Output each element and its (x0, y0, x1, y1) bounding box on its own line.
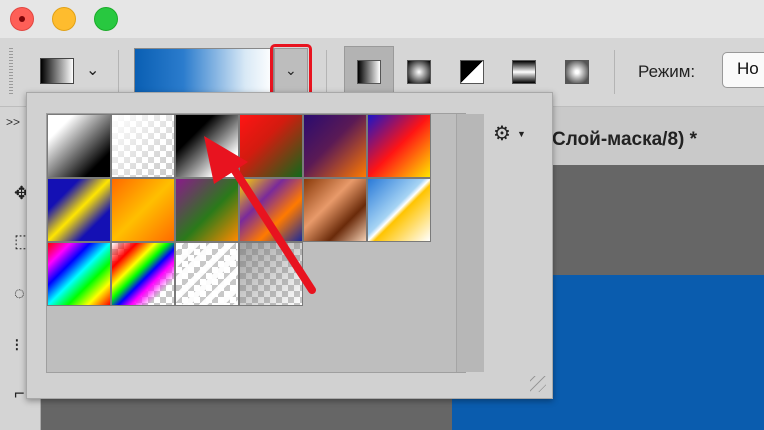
crop-tool-icon[interactable]: ⌐ (14, 383, 25, 404)
lasso-tool-icon[interactable]: ◌ (14, 283, 25, 304)
gradient-preset-violet-orange[interactable] (303, 114, 367, 178)
gradient-preset-spectrum[interactable] (47, 242, 111, 306)
gradient-preset-copper[interactable] (303, 178, 367, 242)
gradient-preset-red-green[interactable] (239, 114, 303, 178)
angle-gradient-icon[interactable] (460, 60, 484, 84)
toolbar-grip[interactable] (9, 48, 13, 96)
gradient-preset-blue-red-yellow[interactable] (367, 114, 431, 178)
collapse-icon[interactable]: >> (6, 115, 20, 129)
gradient-preset-black-white[interactable] (175, 114, 239, 178)
gradient-preset-orange-yellow-orange[interactable] (111, 178, 175, 242)
resize-handle-icon[interactable] (530, 376, 546, 392)
gradient-preset-chrome[interactable] (367, 178, 431, 242)
diamond-gradient-icon[interactable] (565, 60, 589, 84)
gradient-preset-foreground-to-transparent[interactable] (111, 114, 175, 178)
close-icon[interactable] (10, 7, 34, 31)
divider (118, 50, 119, 94)
divider (326, 50, 327, 94)
minimize-icon[interactable] (52, 7, 76, 31)
chevron-down-icon[interactable]: ▼ (517, 129, 526, 139)
document-tab-title[interactable]: Слой-маска/8) * (552, 129, 697, 151)
reflected-gradient-icon[interactable] (512, 60, 536, 84)
linear-gradient-icon[interactable] (357, 60, 381, 84)
window-titlebar (0, 0, 764, 38)
quick-select-tool-icon[interactable]: ⁝ (14, 335, 20, 356)
gradient-picker-popup: ⚙ ▼ (26, 92, 553, 399)
gradient-preset-yellow-violet-orange-blue[interactable] (239, 178, 303, 242)
zoom-icon[interactable] (94, 7, 118, 31)
mode-label: Режим: (638, 62, 696, 81)
highlight-box (270, 44, 312, 98)
gradient-preset-foreground-to-background[interactable] (47, 114, 111, 178)
gradient-preset-transparent-stripes[interactable] (175, 242, 239, 306)
preset-scrollbar[interactable] (456, 114, 484, 372)
gradient-preset-neutral-density[interactable] (239, 242, 303, 306)
divider (614, 50, 615, 94)
preset-grid (46, 113, 484, 373)
tool-preset-icon[interactable] (40, 58, 74, 84)
gradient-preset-violet-green-orange[interactable] (175, 178, 239, 242)
gradient-preset-blue-yellow-blue[interactable] (47, 178, 111, 242)
gear-icon[interactable]: ⚙ (493, 121, 511, 146)
gradient-preview[interactable] (134, 48, 274, 94)
radial-gradient-icon[interactable] (407, 60, 431, 84)
gradient-preset-transparent-rainbow[interactable] (111, 242, 175, 306)
chevron-down-icon[interactable]: ⌄ (86, 60, 99, 80)
mode-select[interactable]: Но (722, 52, 764, 88)
